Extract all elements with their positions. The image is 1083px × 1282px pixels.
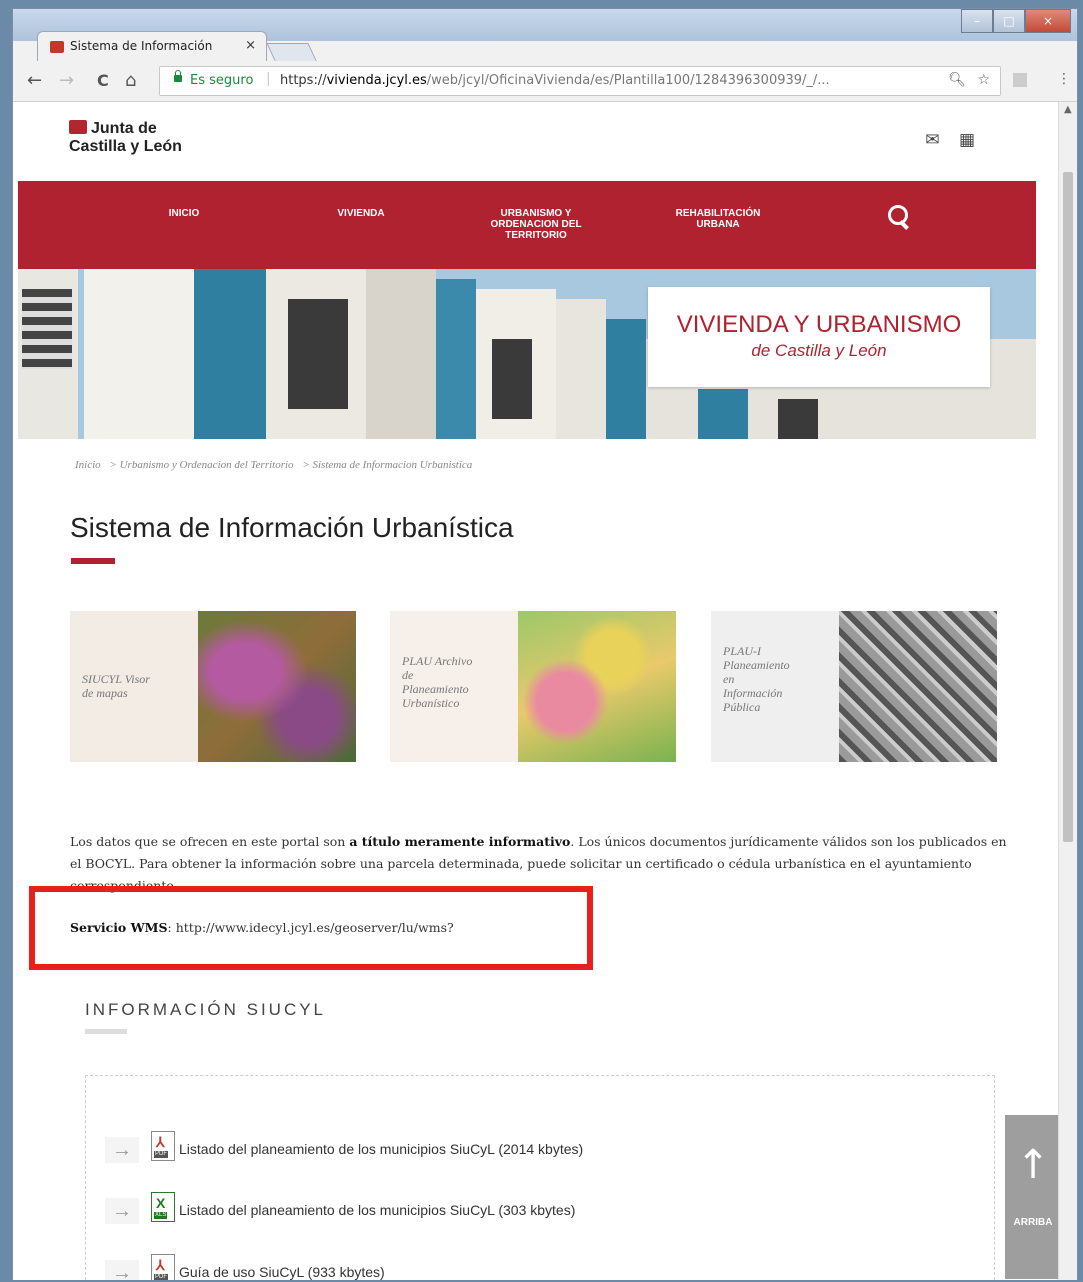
url-path: /web/jcyl/OficinaVivienda/es/Plantilla10… <box>426 73 830 88</box>
scroll-up-icon[interactable]: ▲ <box>1064 104 1072 115</box>
tile-plau-i[interactable]: PLAU-I Planeamiento en Información Públi… <box>711 611 997 762</box>
document-link[interactable]: Listado del planeamiento de los municipi… <box>179 1202 575 1218</box>
url-scheme: https:// <box>280 73 327 88</box>
tile-label-line: SIUCYL Visor <box>82 672 150 686</box>
site-logo[interactable]: Junta de Castilla y León <box>69 120 182 156</box>
documents-panel <box>85 1075 995 1280</box>
nav-item-rehabilitacion[interactable]: REHABILITACIÓN URBANA <box>658 208 778 230</box>
home-icon[interactable]: ⌂ <box>125 70 136 91</box>
breadcrumb-item[interactable]: Inicio <box>75 459 101 471</box>
tile-label-line: Urbanístico <box>402 696 460 710</box>
hero-card: VIVIENDA Y URBANISMO de Castilla y León <box>648 287 990 387</box>
back-to-top-label: ARRIBA <box>1013 1217 1053 1228</box>
tile-label: PLAU-I Planeamiento en Información Públi… <box>711 611 839 762</box>
nav-item-urbanismo[interactable]: URBANISMO Y ORDENACION DEL TERRITORIO <box>476 208 596 241</box>
favicon-icon <box>50 41 64 53</box>
star-icon[interactable]: ☆ <box>977 72 990 88</box>
paragraph-text: Los datos que se ofrecen en este portal … <box>70 834 350 849</box>
shield-icon <box>69 120 87 134</box>
page-viewport: Junta de Castilla y León ✉ ▦ INICIO VIVI… <box>13 102 1059 1280</box>
minimize-button[interactable]: – <box>961 9 993 33</box>
scrollbar-thumb[interactable] <box>1063 172 1073 842</box>
tile-label: PLAU Archivo de Planeamiento Urbanístico <box>390 611 518 762</box>
map-thumbnail <box>198 611 356 762</box>
map-thumbnail <box>839 611 997 762</box>
hero-banner: VIVIENDA Y URBANISMO de Castilla y León <box>18 269 1036 439</box>
tab-title: Sistema de Información <box>70 39 213 53</box>
search-icon[interactable] <box>886 203 912 230</box>
breadcrumb: Inicio > Urbanismo y Ordenacion del Terr… <box>75 459 478 471</box>
highlight-box <box>29 886 593 970</box>
maximize-button[interactable]: □ <box>993 9 1025 33</box>
reload-icon[interactable]: C <box>97 71 109 90</box>
url-host: vivienda.jcyl.es <box>326 73 427 88</box>
tile-label-line: Pública <box>723 700 761 714</box>
grid-icon[interactable]: ▦ <box>959 130 975 150</box>
excel-icon: X XLS <box>151 1192 175 1222</box>
close-window-button[interactable]: × <box>1025 9 1071 33</box>
separator: | <box>266 71 271 87</box>
tile-label: SIUCYL Visor de mapas <box>70 611 198 762</box>
address-bar[interactable]: Es seguro | https://vivienda.jcyl.es/web… <box>159 66 1001 96</box>
extension-icon[interactable] <box>1013 73 1027 87</box>
vertical-scrollbar[interactable]: ▲ <box>1058 102 1077 1280</box>
secure-label: Es seguro <box>190 73 254 88</box>
pdf-icon: ⅄ PDF <box>151 1254 175 1280</box>
nav-item-vivienda[interactable]: VIVIENDA <box>326 208 396 219</box>
tile-plau[interactable]: PLAU Archivo de Planeamiento Urbanístico <box>390 611 676 762</box>
tile-label-line: PLAU Archivo <box>402 654 473 668</box>
main-navigation: INICIO VIVIENDA URBANISMO Y ORDENACION D… <box>18 181 1036 269</box>
hero-subtitle: de Castilla y León <box>751 341 887 360</box>
mail-icon[interactable]: ✉ <box>925 130 939 150</box>
url-text[interactable]: https://vivienda.jcyl.es/web/jcyl/Oficin… <box>280 73 920 88</box>
section-title: INFORMACIÓN SIUCYL <box>85 1000 327 1019</box>
back-icon[interactable]: ← <box>27 70 42 91</box>
document-link[interactable]: Guía de uso SiuCyL (933 kbytes) <box>179 1264 385 1280</box>
tile-label-line: de mapas <box>82 686 128 700</box>
tile-label-line: de <box>402 668 414 682</box>
tile-label-line: Información <box>723 686 783 700</box>
page-title: Sistema de Información Urbanística <box>70 512 514 543</box>
section-underline <box>85 1029 127 1034</box>
paragraph-bold: a título meramente informativo <box>349 834 571 849</box>
breadcrumb-item[interactable]: > Urbanismo y Ordenacion del Territorio <box>109 459 293 471</box>
browser-window: – □ × Sistema de Información × ← → C ⌂ E… <box>12 8 1078 1280</box>
arrow-up-icon: ↑ <box>1016 1142 1050 1188</box>
pdf-icon: ⅄ PDF <box>151 1131 175 1161</box>
nav-item-inicio[interactable]: INICIO <box>154 208 214 219</box>
tile-label-line: PLAU-I <box>723 644 761 658</box>
zoom-icon[interactable]: 🔍︎ <box>948 72 966 88</box>
document-link[interactable]: Listado del planeamiento de los municipi… <box>179 1141 583 1157</box>
new-tab-button[interactable] <box>266 43 318 63</box>
tab-close-icon[interactable]: × <box>245 38 256 53</box>
logo-line-2: Castilla y León <box>69 138 182 155</box>
breadcrumb-item[interactable]: > Sistema de Informacion Urbanistica <box>302 459 472 471</box>
window-controls: – □ × <box>961 9 1071 33</box>
map-thumbnail <box>518 611 676 762</box>
browser-toolbar: ← → C ⌂ Es seguro | https://vivienda.jcy… <box>13 61 1077 102</box>
tile-label-line: en <box>723 672 735 686</box>
arrow-right-icon: → <box>105 1260 139 1280</box>
tile-label-line: Planeamiento <box>723 658 790 672</box>
logo-line-1: Junta de <box>91 120 157 137</box>
hero-title: VIVIENDA Y URBANISMO <box>676 311 962 338</box>
back-to-top-button[interactable]: ↑ ARRIBA <box>1005 1115 1059 1279</box>
lock-icon <box>174 70 182 82</box>
browser-tab[interactable]: Sistema de Información × <box>37 31 267 61</box>
arrow-right-icon: → <box>105 1198 139 1224</box>
tile-siucyl[interactable]: SIUCYL Visor de mapas <box>70 611 356 762</box>
forward-icon[interactable]: → <box>59 70 74 91</box>
menu-icon[interactable]: ⋮ <box>1057 71 1071 87</box>
tile-label-line: Planeamiento <box>402 682 469 696</box>
title-underline <box>71 558 115 564</box>
arrow-right-icon: → <box>105 1137 139 1163</box>
header-icons: ✉ ▦ <box>911 130 975 150</box>
